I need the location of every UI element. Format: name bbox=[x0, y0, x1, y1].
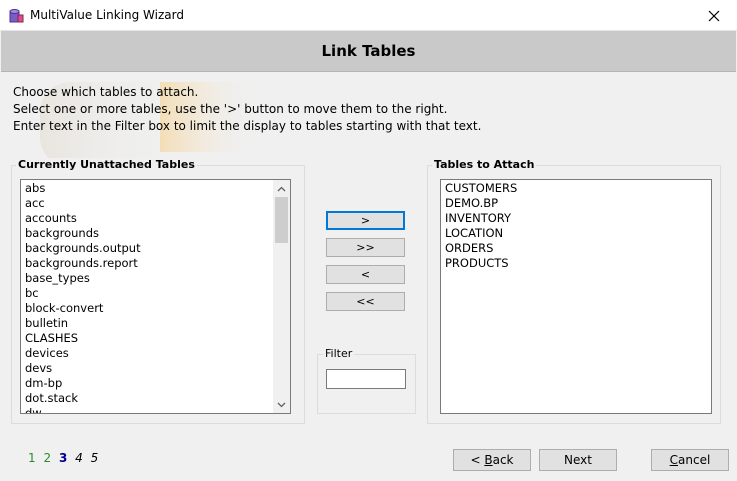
wizard-steps: 1 2 3 4 5 bbox=[28, 451, 102, 465]
instructions: Choose which tables to attach. Select on… bbox=[13, 84, 481, 135]
back-mnemonic: B bbox=[484, 453, 493, 467]
scroll-down-icon[interactable] bbox=[273, 396, 290, 413]
list-item[interactable]: DEMO.BP bbox=[441, 196, 711, 211]
list-item[interactable]: dot.stack bbox=[21, 391, 290, 406]
list-item[interactable]: backgrounds.report bbox=[21, 256, 290, 271]
header-band: Link Tables bbox=[1, 31, 736, 72]
list-item[interactable]: INVENTORY bbox=[441, 211, 711, 226]
list-item[interactable]: devices bbox=[21, 346, 290, 361]
next-button[interactable]: Next bbox=[539, 449, 617, 471]
instruction-line: Enter text in the Filter box to limit th… bbox=[13, 119, 482, 133]
unattached-label: Currently Unattached Tables bbox=[16, 158, 197, 171]
close-icon bbox=[708, 10, 720, 21]
list-item[interactable]: abs bbox=[21, 181, 290, 196]
remove-all-button[interactable]: << bbox=[326, 292, 405, 311]
step-future: 4 bbox=[75, 451, 83, 465]
list-item[interactable]: devs bbox=[21, 361, 290, 376]
cancel-mnemonic: C bbox=[669, 453, 679, 467]
instruction-line: Choose which tables to attach. bbox=[13, 85, 199, 99]
list-item[interactable]: base_types bbox=[21, 271, 290, 286]
attach-label: Tables to Attach bbox=[432, 158, 537, 171]
step-current: 3 bbox=[58, 451, 68, 465]
step-link[interactable]: 2 bbox=[43, 451, 51, 465]
filter-label: Filter bbox=[323, 347, 355, 360]
list-item[interactable]: backgrounds.output bbox=[21, 241, 290, 256]
list-item[interactable]: CLASHES bbox=[21, 331, 290, 346]
vertical-scrollbar[interactable] bbox=[273, 180, 290, 413]
cancel-rest: ancel bbox=[678, 453, 711, 467]
step-future: 5 bbox=[90, 451, 99, 465]
add-button[interactable]: > bbox=[326, 211, 405, 230]
close-button[interactable] bbox=[691, 0, 737, 31]
scroll-thumb[interactable] bbox=[275, 197, 288, 243]
list-item[interactable]: PRODUCTS bbox=[441, 256, 711, 271]
back-button[interactable]: < Back bbox=[453, 449, 531, 471]
list-item[interactable]: ORDERS bbox=[441, 241, 711, 256]
attach-list[interactable]: CUSTOMERS DEMO.BP INVENTORY LOCATION ORD… bbox=[440, 179, 712, 414]
filter-input[interactable] bbox=[326, 369, 406, 389]
list-item[interactable]: LOCATION bbox=[441, 226, 711, 241]
list-item[interactable]: block-convert bbox=[21, 301, 290, 316]
list-item[interactable]: acc bbox=[21, 196, 290, 211]
unattached-list[interactable]: abs acc accounts backgrounds backgrounds… bbox=[20, 179, 291, 414]
list-item[interactable]: dw bbox=[21, 406, 290, 413]
page-title: Link Tables bbox=[321, 42, 416, 60]
instruction-line: Select one or more tables, use the '>' b… bbox=[13, 102, 448, 116]
db-wizard-icon bbox=[9, 9, 24, 23]
list-item[interactable]: dm-bp bbox=[21, 376, 290, 391]
list-item[interactable]: CUSTOMERS bbox=[441, 181, 711, 196]
add-all-button[interactable]: >> bbox=[326, 238, 405, 257]
list-item[interactable]: backgrounds bbox=[21, 226, 290, 241]
scroll-up-icon[interactable] bbox=[273, 180, 290, 197]
cancel-button[interactable]: Cancel bbox=[651, 449, 729, 471]
back-prefix: < bbox=[470, 453, 485, 467]
list-item[interactable]: bulletin bbox=[21, 316, 290, 331]
list-item[interactable]: accounts bbox=[21, 211, 290, 226]
remove-button[interactable]: < bbox=[326, 265, 405, 284]
step-link[interactable]: 1 bbox=[28, 451, 36, 465]
list-item[interactable]: bc bbox=[21, 286, 290, 301]
back-rest: ack bbox=[492, 453, 514, 467]
title-bar: MultiValue Linking Wizard bbox=[0, 0, 737, 31]
window-title: MultiValue Linking Wizard bbox=[30, 8, 184, 22]
